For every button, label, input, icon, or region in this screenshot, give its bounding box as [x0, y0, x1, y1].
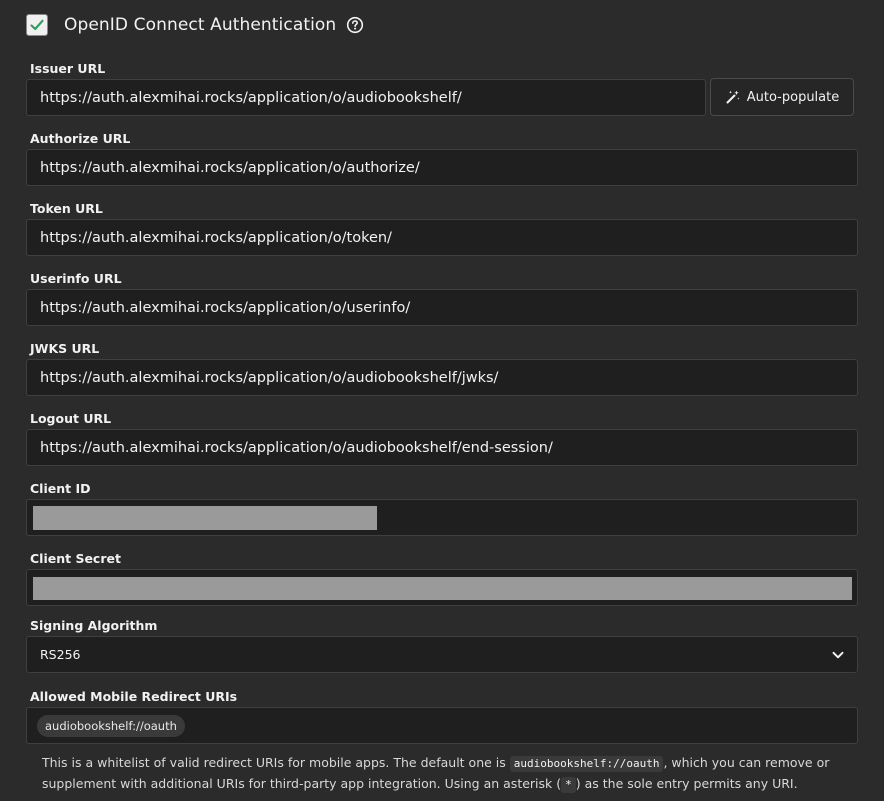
- signing-algorithm-label: Signing Algorithm: [30, 618, 158, 633]
- issuer-url-value: https://auth.alexmihai.rocks/application…: [40, 89, 462, 106]
- authorize-url-value: https://auth.alexmihai.rocks/application…: [40, 159, 420, 176]
- client-secret-redaction: [33, 577, 852, 600]
- issuer-url-input[interactable]: https://auth.alexmihai.rocks/application…: [26, 79, 706, 116]
- section-title: OpenID Connect Authentication: [64, 15, 337, 35]
- redirect-uri-chip[interactable]: audiobookshelf://oauth: [37, 714, 185, 737]
- client-secret-label: Client Secret: [30, 551, 121, 566]
- client-id-label: Client ID: [30, 481, 91, 496]
- chevron-down-icon: [831, 648, 845, 662]
- help-text-part: This is a whitelist of valid redirect UR…: [42, 755, 510, 770]
- jwks-url-value: https://auth.alexmihai.rocks/application…: [40, 369, 499, 386]
- logout-url-input[interactable]: https://auth.alexmihai.rocks/application…: [26, 429, 858, 466]
- help-circle-icon[interactable]: [346, 16, 364, 34]
- signing-algorithm-value: RS256: [40, 647, 81, 662]
- oidc-header: OpenID Connect Authentication: [26, 12, 364, 38]
- token-url-input[interactable]: https://auth.alexmihai.rocks/application…: [26, 219, 858, 256]
- authorize-url-input[interactable]: https://auth.alexmihai.rocks/application…: [26, 149, 858, 186]
- redirect-uris-help: This is a whitelist of valid redirect UR…: [42, 752, 862, 794]
- logout-url-label: Logout URL: [30, 411, 112, 426]
- jwks-url-input[interactable]: https://auth.alexmihai.rocks/application…: [26, 359, 858, 396]
- userinfo-url-value: https://auth.alexmihai.rocks/application…: [40, 299, 411, 316]
- help-text-part: ) as the sole entry permits any URI.: [575, 776, 798, 791]
- userinfo-url-input[interactable]: https://auth.alexmihai.rocks/application…: [26, 289, 858, 326]
- token-url-label: Token URL: [30, 201, 103, 216]
- magic-wand-icon: [726, 90, 740, 104]
- auto-populate-button[interactable]: Auto-populate: [710, 78, 854, 116]
- token-url-value: https://auth.alexmihai.rocks/application…: [40, 229, 392, 246]
- issuer-url-label: Issuer URL: [30, 61, 106, 76]
- redirect-uris-input[interactable]: audiobookshelf://oauth: [26, 707, 858, 744]
- signing-algorithm-select[interactable]: RS256: [26, 636, 858, 673]
- redirect-uris-label: Allowed Mobile Redirect URIs: [30, 689, 238, 704]
- userinfo-url-label: Userinfo URL: [30, 271, 122, 286]
- oidc-enable-checkbox[interactable]: [26, 14, 48, 36]
- authorize-url-label: Authorize URL: [30, 131, 131, 146]
- logout-url-value: https://auth.alexmihai.rocks/application…: [40, 439, 553, 456]
- asterisk-code: *: [561, 777, 576, 793]
- default-uri-code: audiobookshelf://oauth: [509, 756, 664, 772]
- jwks-url-label: JWKS URL: [30, 341, 100, 356]
- check-icon: [30, 19, 44, 31]
- client-id-redaction: [33, 506, 377, 530]
- oidc-settings-panel: OpenID Connect Authentication Issuer URL…: [0, 0, 884, 801]
- auto-populate-label: Auto-populate: [746, 89, 840, 105]
